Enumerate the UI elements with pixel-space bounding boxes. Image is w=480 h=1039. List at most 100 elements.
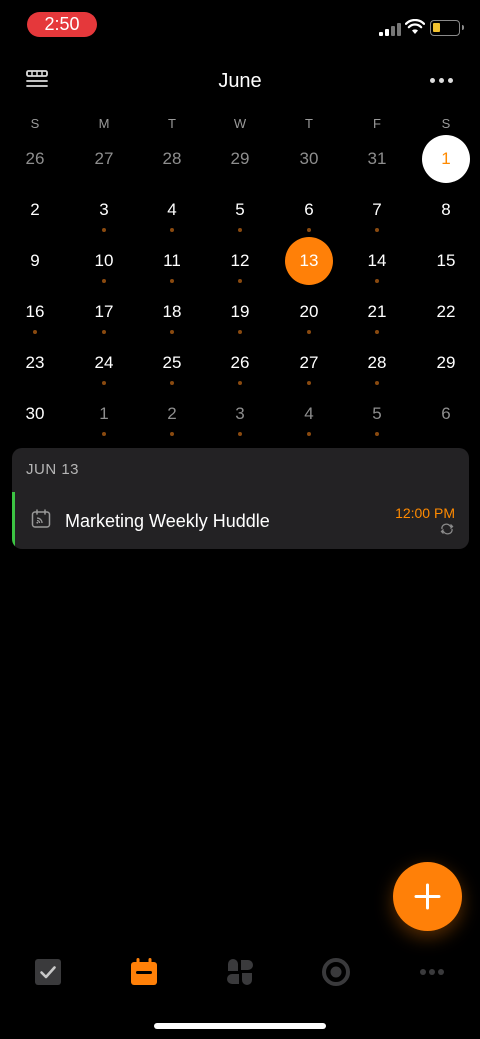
day-cell[interactable]: 31: [353, 135, 401, 183]
event-dot-indicator: [238, 381, 242, 385]
event-dot-indicator: [170, 381, 174, 385]
status-bar: 2:50: [0, 0, 480, 50]
day-cell[interactable]: 18: [148, 288, 196, 336]
event-dot-indicator: [170, 330, 174, 334]
day-number: 15: [436, 251, 456, 270]
event-title: Marketing Weekly Huddle: [65, 511, 270, 531]
day-cell[interactable]: 29: [216, 135, 264, 183]
day-number: 30: [25, 404, 45, 423]
weekday-label: F: [373, 116, 381, 131]
day-number: 31: [367, 149, 387, 168]
day-cell[interactable]: 27: [80, 135, 128, 183]
day-cell[interactable]: 16: [11, 288, 59, 336]
event-dot-indicator: [375, 228, 379, 232]
day-cell[interactable]: 25: [148, 339, 196, 387]
checkbox-icon: [35, 959, 61, 985]
day-cell[interactable]: 3: [216, 390, 264, 438]
more-horizontal-icon[interactable]: [430, 70, 456, 90]
weekday-row: SMTWTFS: [0, 116, 480, 136]
event-dot-indicator: [307, 228, 311, 232]
day-number: 27: [299, 353, 319, 372]
day-number: 25: [162, 353, 182, 372]
day-cell[interactable]: 11: [148, 237, 196, 285]
day-cell[interactable]: 22: [422, 288, 470, 336]
day-cell[interactable]: 12: [216, 237, 264, 285]
tab-calendar[interactable]: [128, 956, 160, 988]
day-cell[interactable]: 6: [285, 186, 333, 234]
event-item[interactable]: Marketing Weekly Huddle 12:00 PM: [12, 492, 469, 549]
day-number: 3: [99, 200, 109, 219]
tab-more[interactable]: [416, 956, 448, 988]
day-cell[interactable]: 14: [353, 237, 401, 285]
day-cell[interactable]: 19: [216, 288, 264, 336]
day-cell-today[interactable]: 1: [422, 135, 470, 183]
day-number: 3: [235, 404, 245, 423]
day-number: 9: [30, 251, 40, 270]
day-cell[interactable]: 9: [11, 237, 59, 285]
day-cell[interactable]: 20: [285, 288, 333, 336]
day-cell-selected[interactable]: 13: [285, 237, 333, 285]
more-horizontal-icon: [420, 969, 444, 975]
day-cell[interactable]: 2: [148, 390, 196, 438]
day-cell[interactable]: 3: [80, 186, 128, 234]
day-number: 16: [25, 302, 45, 321]
day-cell[interactable]: 29: [422, 339, 470, 387]
event-dot-indicator: [375, 432, 379, 436]
day-number: 1: [99, 404, 109, 423]
day-cell[interactable]: 1: [80, 390, 128, 438]
day-number: 6: [304, 200, 314, 219]
event-dot-indicator: [307, 381, 311, 385]
day-number: 24: [94, 353, 114, 372]
event-dot-indicator: [238, 432, 242, 436]
add-button[interactable]: [393, 862, 462, 931]
day-number: 6: [441, 404, 451, 423]
day-cell[interactable]: 28: [353, 339, 401, 387]
day-number: 2: [30, 200, 40, 219]
day-number: 23: [25, 353, 45, 372]
day-number: 5: [235, 200, 245, 219]
day-number: 4: [304, 404, 314, 423]
day-cell[interactable]: 6: [422, 390, 470, 438]
day-cell[interactable]: 2: [11, 186, 59, 234]
day-number: 30: [299, 149, 319, 168]
day-number: 22: [436, 302, 456, 321]
event-dot-indicator: [102, 381, 106, 385]
day-cell[interactable]: 26: [216, 339, 264, 387]
day-cell[interactable]: 21: [353, 288, 401, 336]
day-cell[interactable]: 30: [11, 390, 59, 438]
event-dot-indicator: [238, 330, 242, 334]
day-cell[interactable]: 8: [422, 186, 470, 234]
weekday-label: S: [441, 116, 451, 131]
day-cell[interactable]: 28: [148, 135, 196, 183]
weekday-label: T: [168, 116, 176, 131]
day-number: 8: [441, 200, 451, 219]
day-cell[interactable]: 7: [353, 186, 401, 234]
day-cell[interactable]: 10: [80, 237, 128, 285]
tab-focus[interactable]: [320, 956, 352, 988]
month-title[interactable]: June: [0, 70, 480, 93]
day-cell[interactable]: 23: [11, 339, 59, 387]
repeat-icon: [440, 523, 454, 535]
day-cell[interactable]: 24: [80, 339, 128, 387]
day-cell[interactable]: 17: [80, 288, 128, 336]
day-cell[interactable]: 26: [11, 135, 59, 183]
day-cell[interactable]: 30: [285, 135, 333, 183]
day-number: 4: [167, 200, 177, 219]
day-cell[interactable]: 15: [422, 237, 470, 285]
day-cell[interactable]: 4: [285, 390, 333, 438]
event-dot-indicator: [170, 279, 174, 283]
day-cell[interactable]: 5: [353, 390, 401, 438]
day-number: 21: [367, 302, 387, 321]
day-number: 19: [230, 302, 250, 321]
event-dot-indicator: [102, 432, 106, 436]
event-dot-indicator: [238, 228, 242, 232]
tab-matrix[interactable]: [224, 956, 256, 988]
day-cell[interactable]: 4: [148, 186, 196, 234]
day-cell[interactable]: 27: [285, 339, 333, 387]
event-dot-indicator: [375, 330, 379, 334]
day-cell[interactable]: 5: [216, 186, 264, 234]
day-number: 20: [299, 302, 319, 321]
tab-tasks[interactable]: [32, 956, 64, 988]
battery-icon: [430, 20, 464, 36]
day-number: 28: [162, 149, 182, 168]
